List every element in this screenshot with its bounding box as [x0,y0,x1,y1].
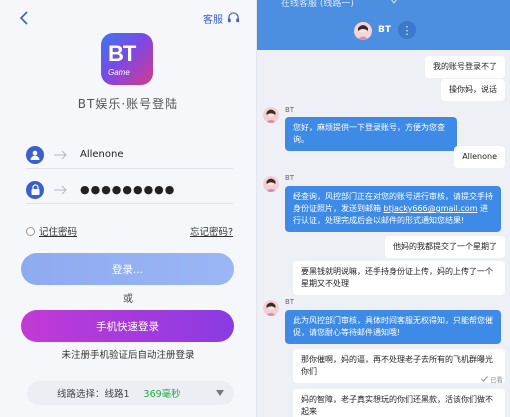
user-message: 那你催啊，妈的逼，再不处理老子去所有的飞机群曝光你们 [293,349,505,383]
username-input[interactable]: Allenone [80,149,124,160]
more-options-icon[interactable]: ⋮ [398,21,416,39]
app-logo: BT Game [101,33,153,85]
password-field[interactable]: ●●●●●●●●● [26,176,233,204]
user-message: 我的账号登录不了 [425,56,505,78]
agent-message: 经查询，风控部门正在对您的账号进行审核，请提交手持身份证照片，发送到邮箱 btj… [285,186,501,232]
agent-name: BT [285,298,295,306]
login-screen: 客服 BT Game BT娱乐·账号登陆 Allenone ●●●●●●●●● … [0,0,256,417]
check-icon [481,376,488,382]
logo-text: BT [108,41,136,66]
read-status: 已看 [481,374,503,384]
login-options: 记住密码 忘记密码? [26,224,233,238]
support-button[interactable]: 客服 [203,11,240,26]
login-button[interactable]: 登录... [21,253,234,285]
radio-button[interactable] [26,226,35,236]
email-link[interactable]: btjacky666@gmail.com [384,204,478,213]
chat-screen: 在线客服 (线路一) BT ⋮ 我的账号登录不了 操你妈，说话 BT 您好，麻烦… [256,0,510,417]
phone-login-button[interactable]: 手机快速登录 [21,310,234,342]
logo-subtext: Game [108,68,130,77]
user-message: 妈的智障，老子真实想玩的你们还黑款，活该你们做不起来 [293,389,505,417]
line-selector[interactable]: 线路选择：线路1 369毫秒 [27,381,234,405]
agent-message: 此为风控部门审核，具体时间客服无权得知，只能帮您催促，请您耐心等待邮件通知哦! [285,310,501,344]
chevron-down-icon [216,390,224,396]
line-latency: 369毫秒 [143,389,181,400]
arrow-right-icon [54,150,67,159]
user-message: 要黑钱就明说嘛，还手持身份证上传，妈的上传了一个星期又不处理 [293,261,505,295]
user-message: Allenone [454,146,505,168]
agent-name: BT [378,25,391,35]
username-field[interactable]: Allenone [26,141,233,169]
agent-bar: BT ⋮ [257,10,510,50]
support-label: 客服 [203,15,223,26]
or-divider: 或 [123,294,133,305]
chevron-left-icon[interactable] [18,10,30,26]
agent-message: 您好，麻烦提供一下登录账号，方便为您查询。 [285,117,457,151]
forgot-password-link[interactable]: 忘记密码? [190,224,233,238]
arrow-right-icon [54,185,67,194]
chevron-down-icon [390,0,398,4]
agent-name: BT [285,174,295,182]
chat-tab-label[interactable]: 在线客服 (线路一) [281,0,354,9]
agent-name: BT [285,106,295,114]
read-label: 已看 [490,376,503,384]
line-selector-label: 线路选择：线路1 [57,389,130,400]
page-title: BT娱乐·账号登陆 [77,97,179,111]
lock-icon [26,180,44,199]
avatar [354,22,372,40]
user-icon [26,145,44,164]
remember-password-label: 记住密码 [39,227,78,238]
user-message: 他妈的我都提交了一个星期了 [385,236,505,258]
register-hint: 未注册手机验证后自动注册登录 [61,350,195,361]
user-message: 操你妈，说话 [441,79,505,101]
headset-icon [227,12,240,23]
avatar [263,107,279,123]
avatar [263,300,279,316]
avatar [263,176,279,192]
password-input[interactable]: ●●●●●●●●● [80,183,175,196]
message-list[interactable]: 我的账号登录不了 操你妈，说话 BT 您好，麻烦提供一下登录账号，方便为您查询。… [257,50,510,417]
remember-password-toggle[interactable]: 记住密码 [26,224,77,238]
